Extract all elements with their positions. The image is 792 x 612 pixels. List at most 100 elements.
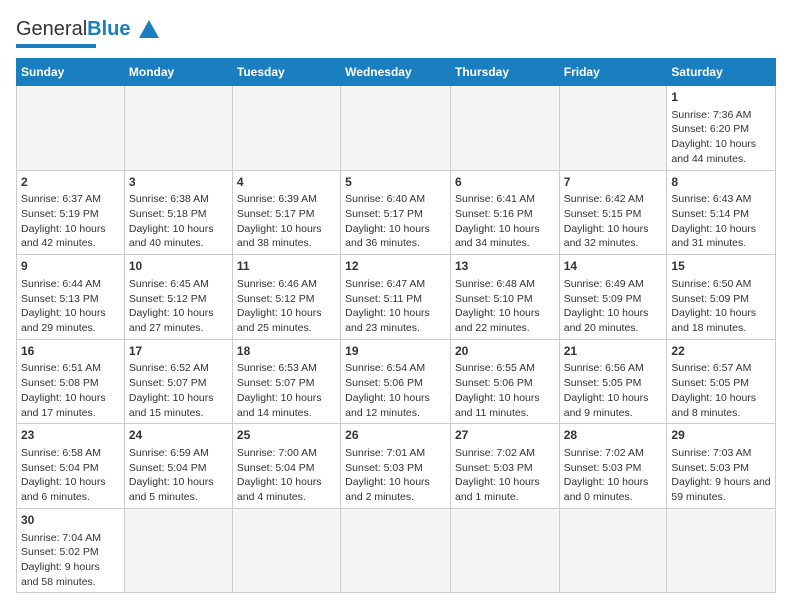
calendar-cell: 3Sunrise: 6:38 AMSunset: 5:18 PMDaylight… xyxy=(124,170,232,255)
sunset-label: Sunset: 5:03 PM xyxy=(671,462,749,474)
day-number: 5 xyxy=(345,174,446,191)
sunrise-label: Sunrise: 6:42 AM xyxy=(564,193,644,205)
sunrise-label: Sunrise: 7:03 AM xyxy=(671,447,751,459)
calendar-week-4: 16 Sunrise: 6:51 AM Sunset: 5:08 PM Dayligh… xyxy=(17,339,776,424)
sunrise-label: Sunrise: 6:44 AM xyxy=(21,278,101,290)
calendar-cell: 24Sunrise: 6:59 AMSunset: 5:04 PMDayligh… xyxy=(124,424,232,509)
daylight-label: Daylight: 10 hours and 2 minutes. xyxy=(345,476,430,503)
day-number: 11 xyxy=(237,258,336,275)
calendar-cell: 26 Sunrise: 7:01 AM Sunset: 5:03 PM Dayligh… xyxy=(341,424,451,509)
daylight-label: Daylight: 10 hours and 5 minutes. xyxy=(129,476,214,503)
sunrise-label: Sunrise: 6:59 AM xyxy=(129,447,209,459)
day-number: 20 xyxy=(455,343,555,360)
sunrise-label: Sunrise: 6:55 AM xyxy=(455,362,535,374)
calendar-cell xyxy=(559,508,667,593)
daylight-label: Daylight: 10 hours and 34 minutes. xyxy=(455,223,540,250)
sunrise-label: Sunrise: 6:49 AM xyxy=(564,278,644,290)
day-header-thursday: Thursday xyxy=(450,59,559,86)
calendar-cell: 20Sunrise: 6:55 AMSunset: 5:06 PMDayligh… xyxy=(450,339,559,424)
daylight-label: Daylight: 10 hours and 38 minutes. xyxy=(237,223,322,250)
sunset-label: Sunset: 5:09 PM xyxy=(564,293,642,305)
sunset-label: Sunset: 5:12 PM xyxy=(237,293,315,305)
daylight-label: Daylight: 10 hours and 1 minute. xyxy=(455,476,540,503)
calendar-cell xyxy=(559,86,667,171)
calendar-cell: 19Sunrise: 6:54 AMSunset: 5:06 PMDayligh… xyxy=(341,339,451,424)
day-number: 19 xyxy=(345,343,446,360)
daylight-label: Daylight: 10 hours and 9 minutes. xyxy=(564,392,649,419)
day-header-friday: Friday xyxy=(559,59,667,86)
sunset-label: Sunset: 5:07 PM xyxy=(237,377,315,389)
sunrise-label: Sunrise: 7:36 AM xyxy=(671,109,751,121)
logo-text: GeneralBlue xyxy=(16,18,131,41)
calendar-week-5: 23Sunrise: 6:58 AMSunset: 5:04 PMDayligh… xyxy=(17,424,776,509)
sunset-label: Sunset: 5:10 PM xyxy=(455,293,533,305)
calendar-cell: 13Sunrise: 6:48 AMSunset: 5:10 PMDayligh… xyxy=(450,255,559,340)
calendar-week-2: 2 Sunrise: 6:37 AM Sunset: 5:19 PM Daylight… xyxy=(17,170,776,255)
day-number: 6 xyxy=(455,174,555,191)
day-number: 23 xyxy=(21,427,120,444)
day-header-saturday: Saturday xyxy=(667,59,776,86)
sunrise-label: Sunrise: 6:47 AM xyxy=(345,278,425,290)
day-number: 9 xyxy=(21,258,120,275)
calendar-cell: 23Sunrise: 6:58 AMSunset: 5:04 PMDayligh… xyxy=(17,424,125,509)
calendar-cell xyxy=(450,508,559,593)
calendar-cell xyxy=(341,508,451,593)
calendar-cell: 12Sunrise: 6:47 AMSunset: 5:11 PMDayligh… xyxy=(341,255,451,340)
calendar-cell: 11Sunrise: 6:46 AMSunset: 5:12 PMDayligh… xyxy=(232,255,340,340)
sunset-label: Sunset: 5:08 PM xyxy=(21,377,99,389)
daylight-label: Daylight: 10 hours and 31 minutes. xyxy=(671,223,756,250)
day-number: 10 xyxy=(129,258,228,275)
sunrise-label: Sunrise: 6:40 AM xyxy=(345,193,425,205)
daylight-label: Daylight: 10 hours and 32 minutes. xyxy=(564,223,649,250)
calendar-cell xyxy=(232,508,340,593)
daylight-label: Daylight: 10 hours and 25 minutes. xyxy=(237,307,322,334)
calendar-cell xyxy=(341,86,451,171)
day-number: 29 xyxy=(671,427,771,444)
day-number: 28 xyxy=(564,427,663,444)
sunset-label: Sunset: 5:15 PM xyxy=(564,208,642,220)
daylight-label: Daylight: 10 hours and 23 minutes. xyxy=(345,307,430,334)
calendar-cell: 27Sunrise: 7:02 AMSunset: 5:03 PMDayligh… xyxy=(450,424,559,509)
sunrise-label: Sunrise: 6:56 AM xyxy=(564,362,644,374)
sunrise-label: Sunrise: 6:51 AM xyxy=(21,362,101,374)
day-header-monday: Monday xyxy=(124,59,232,86)
sunrise-label: Sunrise: 6:41 AM xyxy=(455,193,535,205)
day-number: 24 xyxy=(129,427,228,444)
calendar-cell: 4Sunrise: 6:39 AMSunset: 5:17 PMDaylight… xyxy=(232,170,340,255)
day-number: 17 xyxy=(129,343,228,360)
day-number: 2 xyxy=(21,174,120,191)
sunset-label: Sunset: 5:18 PM xyxy=(129,208,207,220)
sunset-label: Sunset: 5:03 PM xyxy=(345,462,423,474)
sunset-label: Sunset: 5:06 PM xyxy=(345,377,423,389)
day-number: 14 xyxy=(564,258,663,275)
sunset-label: Sunset: 5:19 PM xyxy=(21,208,99,220)
calendar-cell: 28Sunrise: 7:02 AMSunset: 5:03 PMDayligh… xyxy=(559,424,667,509)
calendar-cell: 2Sunrise: 6:37 AMSunset: 5:19 PMDaylight… xyxy=(17,170,125,255)
daylight-label: Daylight: 10 hours and 27 minutes. xyxy=(129,307,214,334)
sunrise-label: Sunrise: 6:48 AM xyxy=(455,278,535,290)
day-number: 4 xyxy=(237,174,336,191)
day-number: 16 xyxy=(21,343,120,360)
daylight-label: Daylight: 10 hours and 15 minutes. xyxy=(129,392,214,419)
sunrise-label: Sunrise: 7:00 AM xyxy=(237,447,317,459)
sunrise-label: Sunrise: 6:58 AM xyxy=(21,447,101,459)
sunrise-label: Sunrise: 6:37 AM xyxy=(21,193,101,205)
day-number: 8 xyxy=(671,174,771,191)
daylight-label: Daylight: 10 hours and 17 minutes. xyxy=(21,392,106,419)
sunset-label: Sunset: 5:11 PM xyxy=(345,293,422,305)
daylight-label: Daylight: 10 hours and 12 minutes. xyxy=(345,392,430,419)
calendar-week-3: 9Sunrise: 6:44 AMSunset: 5:13 PMDaylight… xyxy=(17,255,776,340)
daylight-label: Daylight: 10 hours and 22 minutes. xyxy=(455,307,540,334)
day-number: 30 xyxy=(21,512,120,529)
sunrise-label: Sunrise: 7:01 AM xyxy=(345,447,425,459)
sunrise-label: Sunrise: 6:52 AM xyxy=(129,362,209,374)
calendar-cell xyxy=(450,86,559,171)
calendar-cell xyxy=(667,508,776,593)
calendar-table: SundayMondayTuesdayWednesdayThursdayFrid… xyxy=(16,58,776,593)
calendar-week-6: 30Sunrise: 7:04 AMSunset: 5:02 PMDayligh… xyxy=(17,508,776,593)
calendar-cell: 1Sunrise: 7:36 AMSunset: 6:20 PMDaylight… xyxy=(667,86,776,171)
calendar-cell: 29Sunrise: 7:03 AMSunset: 5:03 PMDayligh… xyxy=(667,424,776,509)
sunset-label: Sunset: 5:14 PM xyxy=(671,208,749,220)
day-number: 26 xyxy=(345,427,446,444)
sunset-label: Sunset: 5:09 PM xyxy=(671,293,749,305)
